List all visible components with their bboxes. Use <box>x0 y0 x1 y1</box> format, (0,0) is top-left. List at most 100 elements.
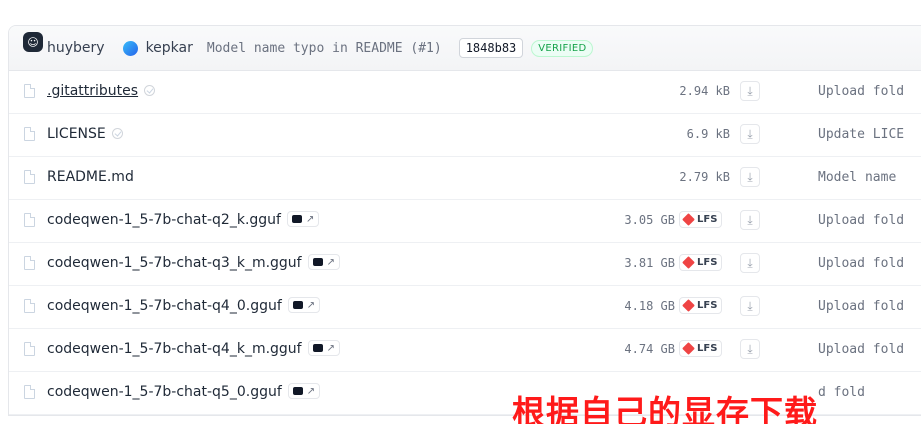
file-icon <box>24 213 35 227</box>
file-icon <box>24 127 35 141</box>
lfs-label: LFS <box>697 257 718 268</box>
lfs-cube-icon <box>682 213 695 226</box>
gguf-viewer-button[interactable]: ↗ <box>307 254 340 270</box>
file-size: 3.81 GB <box>624 256 675 270</box>
file-table: ☺ huybery kepkar Model name typo in READ… <box>8 25 921 416</box>
lfs-cube-icon <box>682 299 695 312</box>
file-icon <box>24 385 35 399</box>
file-name-text: codeqwen-1_5-7b-chat-q4_0.gguf <box>47 298 282 314</box>
external-arrow-icon: ↗ <box>326 342 335 354</box>
file-name-link[interactable]: README.md <box>47 169 134 185</box>
download-button[interactable]: ⤓ <box>740 339 760 359</box>
file-last-commit-link[interactable]: Upload fold <box>818 342 904 357</box>
lfs-badge: LFS <box>679 340 723 357</box>
file-name-text: LICENSE <box>47 126 106 142</box>
gguf-icon <box>312 258 323 266</box>
external-arrow-icon: ↗ <box>326 256 335 268</box>
file-name-text: codeqwen-1_5-7b-chat-q4_k_m.gguf <box>47 341 302 357</box>
download-button[interactable]: ⤓ <box>740 167 760 187</box>
file-name-link[interactable]: codeqwen-1_5-7b-chat-q4_0.gguf ↗ <box>47 297 321 314</box>
download-icon: ⤓ <box>747 341 753 356</box>
lfs-badge: LFS <box>679 211 723 228</box>
file-name-text: README.md <box>47 169 134 185</box>
gguf-icon <box>291 215 302 223</box>
file-row: LICENSE 6.9 kB ⤓ Update LICE <box>9 114 921 157</box>
file-size: 4.74 GB <box>624 342 675 356</box>
file-icon <box>24 299 35 313</box>
external-arrow-icon: ↗ <box>306 299 316 311</box>
file-name-text: codeqwen-1_5-7b-chat-q5_0.gguf <box>47 384 282 400</box>
lfs-cube-icon <box>682 256 695 269</box>
annotation-overlay-text: 根据自己的显存下载 <box>512 393 818 424</box>
file-row: README.md 2.79 kB ⤓ Model name <box>9 157 921 200</box>
file-last-commit-link[interactable]: Upload fold <box>818 213 904 228</box>
file-icon <box>24 256 35 270</box>
lfs-label: LFS <box>697 214 718 225</box>
file-size: 3.05 GB <box>624 213 675 227</box>
safe-check-icon <box>111 127 123 139</box>
gguf-viewer-button[interactable]: ↗ <box>287 297 321 313</box>
gguf-icon <box>292 301 303 309</box>
download-icon: ⤓ <box>747 298 753 313</box>
file-name-text: codeqwen-1_5-7b-chat-q2_k.gguf <box>47 212 281 228</box>
file-name-text: codeqwen-1_5-7b-chat-q3_k_m.gguf <box>47 255 302 271</box>
file-list: .gitattributes 2.94 kB ⤓ Upload fold LICENSE… <box>9 71 921 415</box>
file-size: 2.94 kB <box>679 84 730 98</box>
file-row: codeqwen-1_5-7b-chat-q2_k.gguf ↗ 3.05 GB LF… <box>9 200 921 243</box>
commit-sha-link[interactable]: 1848b83 <box>458 38 524 58</box>
file-size: 2.79 kB <box>679 170 730 184</box>
download-icon: ⤓ <box>747 212 753 227</box>
file-size: 6.9 kB <box>686 127 730 141</box>
file-name-link[interactable]: codeqwen-1_5-7b-chat-q5_0.gguf ↗ <box>47 383 321 400</box>
commit-message-link[interactable]: Model name typo in README (#1) <box>207 41 442 56</box>
verified-badge: VERIFIED <box>531 39 594 57</box>
commit-coauthor-link[interactable]: kepkar <box>146 40 193 56</box>
author-avatar[interactable]: ☺ <box>23 32 43 52</box>
lfs-badge: LFS <box>679 254 723 271</box>
file-name-link[interactable]: .gitattributes <box>47 83 156 99</box>
commit-author-link[interactable]: huybery <box>47 40 105 56</box>
download-button[interactable]: ⤓ <box>740 81 760 101</box>
file-name-link[interactable]: codeqwen-1_5-7b-chat-q4_k_m.gguf ↗ <box>47 340 340 357</box>
download-icon: ⤓ <box>747 169 753 184</box>
lfs-label: LFS <box>697 300 718 311</box>
lfs-label: LFS <box>697 343 718 354</box>
last-commit-bar: ☺ huybery kepkar Model name typo in READ… <box>9 26 921 71</box>
file-last-commit-link[interactable]: Upload fold <box>818 256 904 271</box>
external-arrow-icon: ↗ <box>305 213 315 225</box>
file-name-link[interactable]: LICENSE <box>47 126 123 142</box>
file-icon <box>24 170 35 184</box>
file-last-commit-link[interactable]: Model name <box>818 170 896 185</box>
gguf-icon <box>312 344 323 352</box>
download-button[interactable]: ⤓ <box>740 124 760 144</box>
coauthor-avatar[interactable] <box>122 40 138 56</box>
download-icon: ⤓ <box>747 126 753 141</box>
gguf-viewer-button[interactable]: ↗ <box>287 383 321 399</box>
download-button[interactable]: ⤓ <box>740 210 760 230</box>
file-last-commit-link[interactable]: Upload fold <box>818 299 904 314</box>
file-last-commit-link[interactable]: d fold <box>818 385 865 400</box>
download-icon: ⤓ <box>747 83 753 98</box>
lfs-cube-icon <box>682 342 695 355</box>
download-button[interactable]: ⤓ <box>740 253 760 273</box>
file-icon <box>24 342 35 356</box>
file-row: codeqwen-1_5-7b-chat-q4_k_m.gguf ↗ 4.74 GB… <box>9 329 921 372</box>
file-name-text: .gitattributes <box>47 83 139 99</box>
download-icon: ⤓ <box>747 255 753 270</box>
file-name-link[interactable]: codeqwen-1_5-7b-chat-q2_k.gguf ↗ <box>47 211 320 228</box>
external-arrow-icon: ↗ <box>306 385 316 397</box>
file-icon <box>24 84 35 98</box>
file-size: 4.18 GB <box>624 299 675 313</box>
file-row: codeqwen-1_5-7b-chat-q4_0.gguf ↗ 4.18 GB LF… <box>9 286 921 329</box>
file-last-commit-link[interactable]: Upload fold <box>818 84 904 99</box>
gguf-viewer-button[interactable]: ↗ <box>307 340 340 356</box>
safe-check-icon <box>144 84 156 96</box>
gguf-viewer-button[interactable]: ↗ <box>286 211 320 227</box>
lfs-badge: LFS <box>679 297 723 314</box>
file-last-commit-link[interactable]: Update LICE <box>818 127 904 142</box>
gguf-icon <box>292 387 303 395</box>
download-button[interactable]: ⤓ <box>740 296 760 316</box>
file-row: codeqwen-1_5-7b-chat-q3_k_m.gguf ↗ 3.81 GB… <box>9 243 921 286</box>
file-row: .gitattributes 2.94 kB ⤓ Upload fold <box>9 71 921 114</box>
file-name-link[interactable]: codeqwen-1_5-7b-chat-q3_k_m.gguf ↗ <box>47 254 340 271</box>
